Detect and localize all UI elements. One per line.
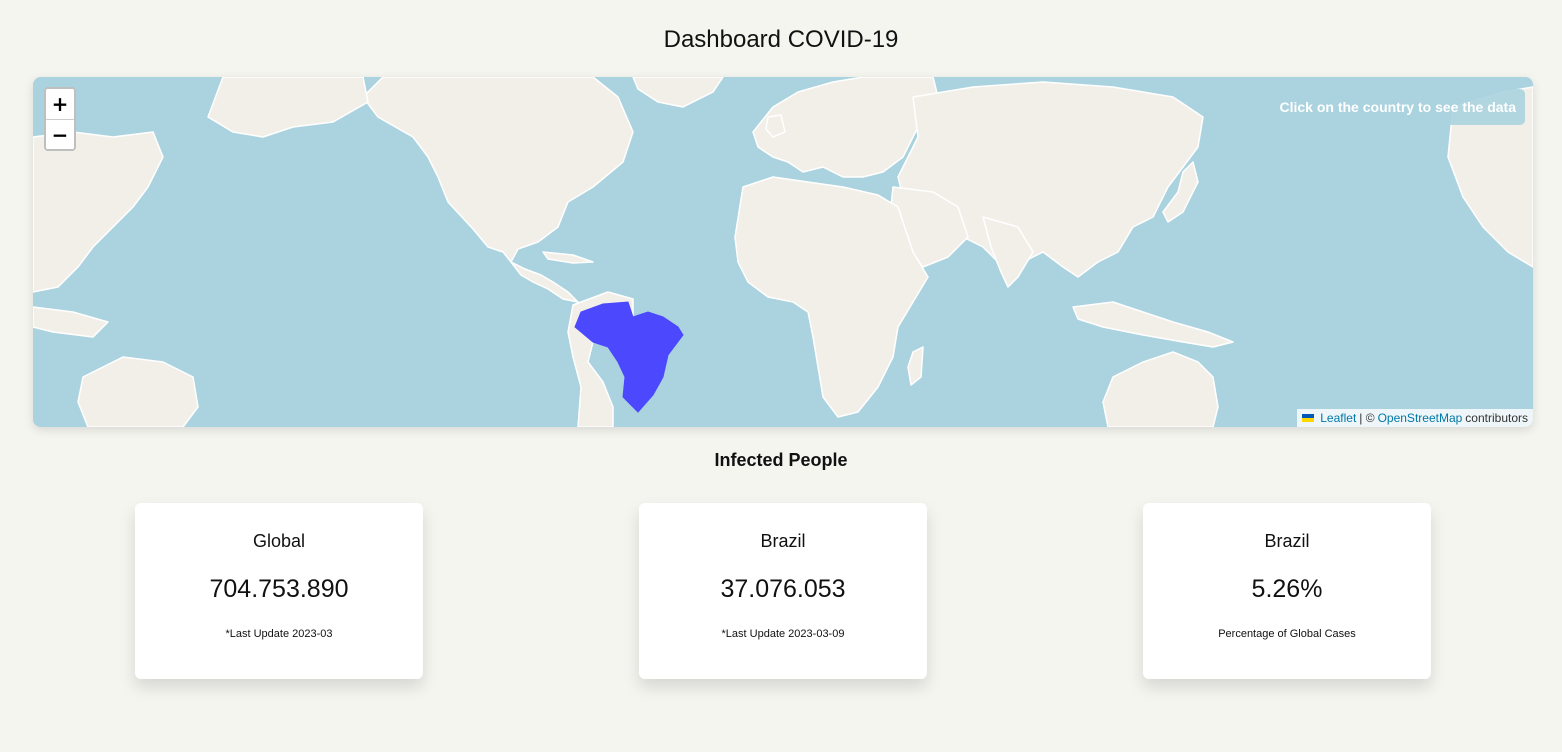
attribution-suffix: contributors (1465, 411, 1528, 425)
openstreetmap-link[interactable]: OpenStreetMap (1378, 409, 1463, 427)
section-title: Infected People (714, 450, 848, 470)
zoom-in-button[interactable]: + (46, 89, 74, 119)
stat-label: Brazil (760, 531, 806, 551)
stat-label: Brazil (1264, 531, 1310, 551)
world-map[interactable]: + − Click on the country to see the data… (33, 77, 1533, 427)
stat-label: Global (252, 531, 306, 551)
stat-card-percentage: Brazil 5.26% Percentage of Global Cases (1143, 503, 1431, 679)
stat-value: 704.753.890 (209, 575, 349, 603)
zoom-out-button[interactable]: − (46, 119, 74, 149)
map-hint: Click on the country to see the data (1270, 89, 1525, 125)
ukraine-flag-icon (1302, 414, 1315, 422)
map-tiles[interactable] (33, 77, 1533, 427)
stat-note: *Last Update 2023-03-09 (721, 628, 845, 640)
map-attribution: Leaflet | © OpenStreetMap contributors (1297, 409, 1533, 427)
stat-note: Percentage of Global Cases (1218, 628, 1356, 640)
leaflet-link[interactable]: Leaflet (1320, 409, 1356, 427)
attribution-separator: | © (1359, 411, 1375, 425)
stat-card-country: Brazil 37.076.053 *Last Update 2023-03-0… (639, 503, 927, 679)
stat-value: 5.26% (1251, 575, 1323, 603)
stat-value: 37.076.053 (720, 575, 846, 603)
stat-card-global: Global 704.753.890 *Last Update 2023-03 (135, 503, 423, 679)
zoom-control: + − (44, 87, 76, 151)
stat-note: *Last Update 2023-03 (225, 628, 333, 640)
page-title: Dashboard COVID-19 (663, 26, 899, 53)
